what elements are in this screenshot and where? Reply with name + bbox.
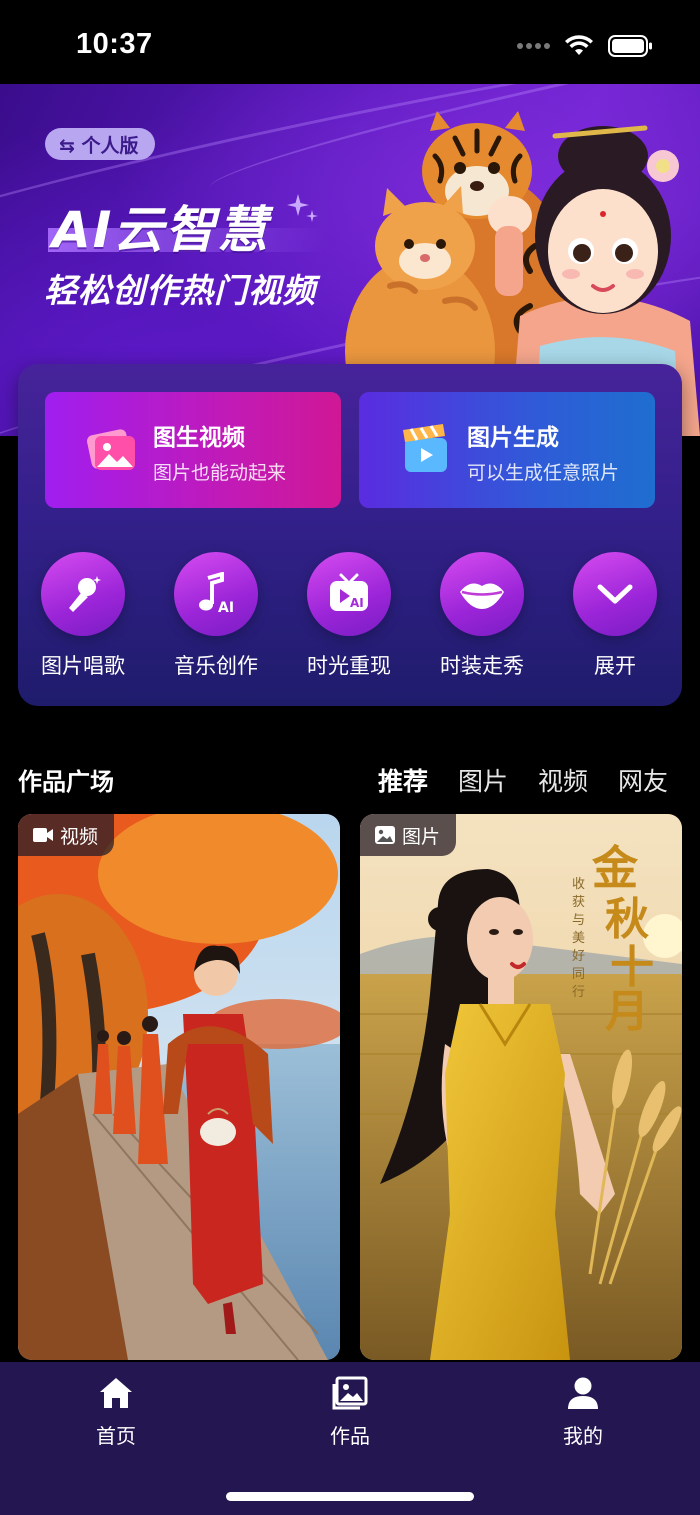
- nav-works[interactable]: 作品: [290, 1376, 410, 1449]
- feature-title: 图生视频: [153, 425, 245, 451]
- tool-fashion-show[interactable]: 时装走秀: [422, 552, 542, 680]
- tab-recommended[interactable]: 推荐: [378, 762, 428, 798]
- feature-panel: 图生视频 图片也能动起来 图片生成 可以生成任意照片 图片唱歌 AI 音乐创作 …: [18, 364, 682, 706]
- tool-label: 图片唱歌: [41, 654, 125, 678]
- image-icon: [375, 826, 395, 844]
- feature-title: 图片生成: [467, 425, 559, 451]
- overlay-title-char-1: 金: [591, 841, 639, 895]
- gallery-tabs: 推荐 图片 视频 网友: [378, 762, 668, 798]
- svg-text:与: 与: [572, 913, 585, 928]
- battery-icon: [608, 35, 652, 57]
- tool-icon-circle: [440, 552, 524, 636]
- gallery-icon: [332, 1376, 368, 1410]
- tool-label: 时装走秀: [440, 654, 524, 678]
- banner-subtitle: 轻松创作热门视频: [44, 271, 316, 310]
- gallery-card-image[interactable]: 图片 金 秋 十 月 收 获 与 美 好 同 行: [360, 814, 682, 1360]
- tool-row: 图片唱歌 AI 音乐创作 AI 时光重现 时装走秀 展开: [18, 552, 682, 682]
- lips-icon: [460, 583, 504, 609]
- music-note-ai-icon: AI: [199, 572, 234, 616]
- clapperboard-icon: [403, 424, 447, 472]
- tool-time-replay[interactable]: AI 时光重现: [289, 552, 409, 680]
- tv-play-ai-icon: AI: [330, 573, 368, 611]
- svg-text:好: 好: [572, 949, 585, 964]
- microphone-icon: [69, 576, 101, 612]
- image-generation-card[interactable]: 图片生成 可以生成任意照片: [359, 392, 655, 508]
- tab-images[interactable]: 图片: [458, 762, 508, 798]
- image-photo-icon: [87, 429, 135, 470]
- svg-text:AI: AI: [350, 596, 364, 610]
- nav-label: 首页: [96, 1424, 136, 1448]
- status-time: 10:37: [76, 28, 153, 60]
- banner-title: AI云智慧: [52, 201, 270, 259]
- gallery-thumbnail: 金 秋 十 月 收获与 美好同行: [360, 814, 682, 1360]
- chevron-down-icon: [597, 584, 633, 604]
- tab-community[interactable]: 网友: [618, 762, 668, 798]
- svg-text:AI: AI: [218, 600, 234, 616]
- tool-music-create[interactable]: AI 音乐创作: [156, 552, 276, 680]
- tool-icon-circle: [573, 552, 657, 636]
- svg-text:收: 收: [572, 877, 585, 892]
- card-tag: 图片: [360, 814, 457, 856]
- gallery-card-video[interactable]: 视频: [18, 814, 340, 1360]
- nav-home[interactable]: 首页: [56, 1376, 176, 1449]
- sparkle-icon: [287, 194, 318, 222]
- tool-icon-circle: [41, 552, 125, 636]
- nav-label: 作品: [330, 1424, 370, 1448]
- home-icon: [100, 1378, 132, 1408]
- overlay-title-char-2: 秋: [605, 894, 649, 945]
- image-to-video-card[interactable]: 图生视频 图片也能动起来: [45, 392, 341, 508]
- tool-icon-circle: AI: [307, 552, 391, 636]
- user-icon: [568, 1377, 598, 1409]
- tab-videos[interactable]: 视频: [538, 762, 588, 798]
- tool-label: 时光重现: [307, 654, 391, 678]
- tool-icon-circle: AI: [174, 552, 258, 636]
- feature-description: 可以生成任意照片: [467, 462, 620, 484]
- card-tag-label: 视频: [60, 825, 99, 848]
- svg-text:同: 同: [572, 967, 585, 982]
- svg-text:美: 美: [572, 931, 585, 946]
- feature-description: 图片也能动起来: [153, 462, 287, 484]
- home-indicator: [226, 1492, 474, 1501]
- tool-label: 音乐创作: [174, 654, 258, 678]
- wifi-icon: [565, 35, 593, 55]
- card-tag-label: 图片: [402, 825, 441, 848]
- svg-text:行: 行: [572, 985, 585, 1000]
- card-tag: 视频: [18, 814, 115, 856]
- section-title: 作品广场: [18, 768, 114, 796]
- nav-label: 我的: [563, 1424, 603, 1448]
- status-bar: 10:37: [0, 0, 700, 84]
- expand-button[interactable]: 展开: [555, 552, 675, 680]
- tool-label: 展开: [594, 654, 636, 678]
- gallery-thumbnail: [18, 814, 340, 1360]
- overlay-title-char-4: 月: [605, 986, 649, 1037]
- status-icons: [517, 34, 654, 58]
- version-switch-badge[interactable]: ⇆ 个人版: [45, 128, 155, 160]
- video-camera-icon: [33, 828, 53, 842]
- nav-profile[interactable]: 我的: [523, 1376, 643, 1449]
- cellular-signal-icon: [517, 43, 550, 49]
- tool-image-sing[interactable]: 图片唱歌: [23, 552, 143, 680]
- svg-text:获: 获: [572, 895, 585, 910]
